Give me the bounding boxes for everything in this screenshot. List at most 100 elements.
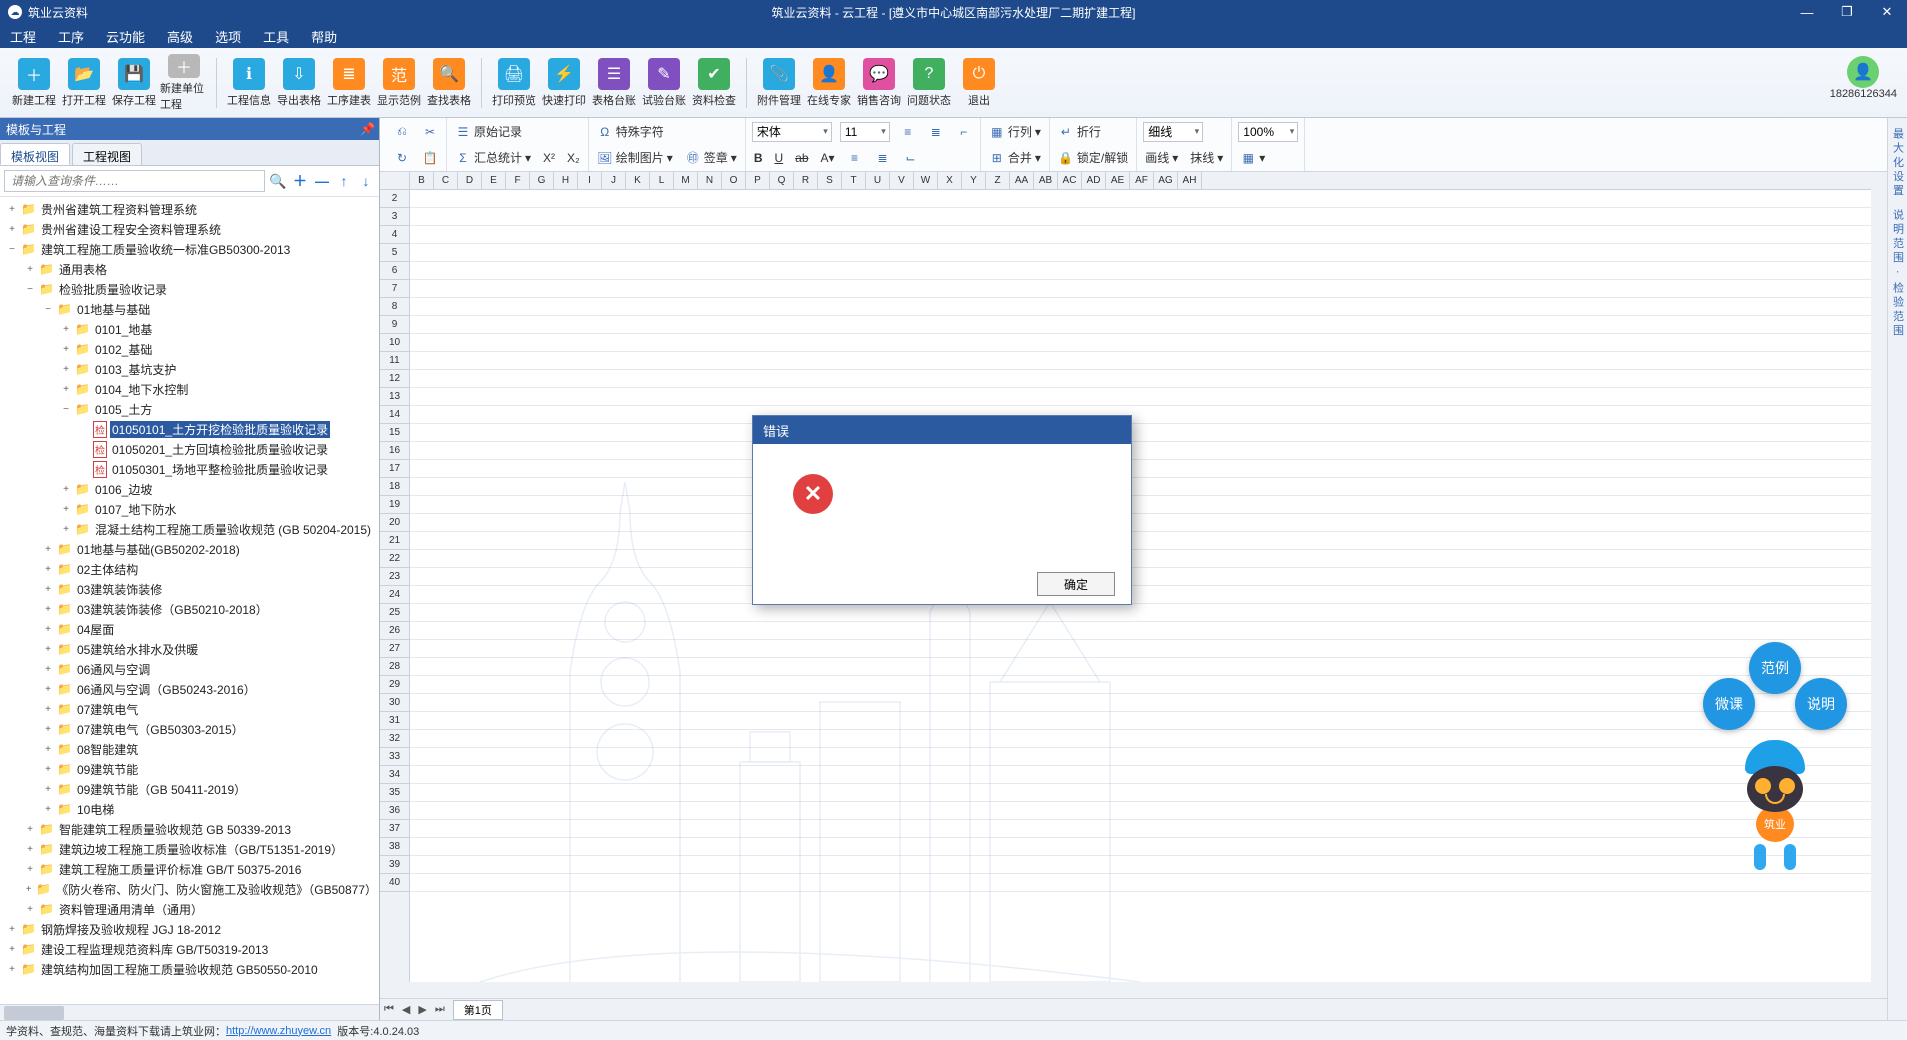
ok-button[interactable]: 确定 [1037, 572, 1115, 596]
row-header[interactable]: 21 [380, 532, 409, 550]
toolbar-打印预览[interactable]: 🖨打印预览 [490, 54, 538, 112]
undo-icon[interactable]: ⎌ [392, 123, 412, 141]
tree-node[interactable]: +📁04屋面 [0, 619, 379, 639]
underline-icon[interactable]: U [772, 150, 785, 166]
col-header[interactable]: T [842, 172, 866, 189]
tree-toggle-icon[interactable]: + [6, 224, 18, 235]
tree-toggle-icon[interactable]: + [42, 624, 54, 635]
tree-toggle-icon[interactable]: + [24, 884, 33, 895]
col-header[interactable]: B [410, 172, 434, 189]
tree-node[interactable]: 检01050101_土方开挖检验批质量验收记录 [0, 419, 379, 439]
toolbar-试验台账[interactable]: ✎试验台账 [640, 54, 688, 112]
row-header[interactable]: 31 [380, 712, 409, 730]
stamp-button[interactable]: ㊞签章▾ [683, 148, 739, 167]
tree-node[interactable]: +📁《防火卷帘、防火门、防火窗施工及验收规范》（GB50877） [0, 879, 379, 899]
tree-horizontal-scrollbar[interactable] [0, 1004, 379, 1020]
row-header[interactable]: 9 [380, 316, 409, 334]
horizontal-scrollbar[interactable] [380, 982, 1887, 998]
row-header[interactable]: 26 [380, 622, 409, 640]
tree-toggle-icon[interactable]: + [42, 644, 54, 655]
col-header[interactable]: H [554, 172, 578, 189]
row-header[interactable]: 36 [380, 802, 409, 820]
row-header[interactable]: 11 [380, 352, 409, 370]
tree-toggle-icon[interactable]: + [42, 704, 54, 715]
tree-toggle-icon[interactable]: + [60, 324, 72, 335]
draw-image-button[interactable]: 🖼绘制图片▾ [595, 148, 675, 167]
tree-toggle-icon[interactable]: + [24, 824, 36, 835]
lp-tab-工程视图[interactable]: 工程视图 [72, 143, 142, 165]
tree-node[interactable]: +📁09建筑节能（GB 50411-2019） [0, 779, 379, 799]
tree-node[interactable]: +📁贵州省建筑工程资料管理系统 [0, 199, 379, 219]
tree-node[interactable]: −📁01地基与基础 [0, 299, 379, 319]
micro-course-bubble[interactable]: 微课 [1703, 678, 1755, 730]
col-header[interactable]: AD [1082, 172, 1106, 189]
tree-toggle-icon[interactable]: − [60, 404, 72, 415]
tree-node[interactable]: −📁建筑工程施工质量验收统一标准GB50300-2013 [0, 239, 379, 259]
align-bottom-icon[interactable]: ⌙ [901, 149, 921, 167]
prev-icon[interactable]: ↑ [335, 173, 353, 189]
sheet-nav-prev-icon[interactable]: ◀ [398, 1003, 414, 1016]
row-header[interactable]: 14 [380, 406, 409, 424]
menu-6[interactable]: 帮助 [311, 27, 337, 46]
row-header[interactable]: 15 [380, 424, 409, 442]
tree-node[interactable]: +📁通用表格 [0, 259, 379, 279]
tree-node[interactable]: +📁0103_基坑支护 [0, 359, 379, 379]
tree-toggle-icon[interactable]: + [24, 264, 36, 275]
right-rail[interactable]: 最 大 化 设 置说 明 范 围·检 验 范 围 [1887, 118, 1907, 1020]
font-color-icon[interactable]: A▾ [819, 150, 837, 166]
paste-icon[interactable]: 📋 [420, 149, 440, 167]
tree-toggle-icon[interactable]: + [24, 844, 36, 855]
tree-node[interactable]: +📁03建筑装饰装修（GB50210-2018） [0, 599, 379, 619]
col-header[interactable]: N [698, 172, 722, 189]
col-header[interactable]: S [818, 172, 842, 189]
border-icon[interactable]: ▦▾ [1238, 149, 1267, 167]
col-header[interactable]: E [482, 172, 506, 189]
tree-node[interactable]: +📁07建筑电气（GB50303-2015） [0, 719, 379, 739]
line-weight-select[interactable]: 细线 [1143, 122, 1203, 142]
row-header[interactable]: 25 [380, 604, 409, 622]
toolbar-工序建表[interactable]: ≣工序建表 [325, 54, 373, 112]
raw-record-button[interactable]: ☰原始记录 [453, 122, 524, 141]
row-header[interactable]: 19 [380, 496, 409, 514]
lock-button[interactable]: 🔒锁定/解锁 [1056, 148, 1130, 167]
sheet-nav-next-icon[interactable]: ▶ [414, 1003, 430, 1016]
toolbar-在线专家[interactable]: 👤在线专家 [805, 54, 853, 112]
col-header[interactable]: AC [1058, 172, 1082, 189]
menu-0[interactable]: 工程 [10, 27, 36, 46]
tree-toggle-icon[interactable]: + [60, 364, 72, 375]
row-header[interactable]: 3 [380, 208, 409, 226]
tree-toggle-icon[interactable]: + [42, 804, 54, 815]
search-icon[interactable]: 🔍 [269, 173, 287, 190]
align-right-icon[interactable]: ≡ [845, 149, 865, 167]
template-tree[interactable]: +📁贵州省建筑工程资料管理系统+📁贵州省建设工程安全资料管理系统−📁建筑工程施工… [0, 197, 379, 1004]
row-header[interactable]: 27 [380, 640, 409, 658]
col-header[interactable]: L [650, 172, 674, 189]
tree-node[interactable]: +📁智能建筑工程质量验收规范 GB 50339-2013 [0, 819, 379, 839]
tree-node[interactable]: −📁0105_土方 [0, 399, 379, 419]
right-rail-item[interactable]: 说 明 范 围 [1890, 205, 1906, 266]
toolbar-销售咨询[interactable]: 💬销售咨询 [855, 54, 903, 112]
tree-toggle-icon[interactable]: + [42, 684, 54, 695]
tree-node[interactable]: +📁0102_基础 [0, 339, 379, 359]
row-header[interactable]: 32 [380, 730, 409, 748]
row-header[interactable]: 6 [380, 262, 409, 280]
cut-icon[interactable]: ✂ [420, 123, 440, 141]
tree-toggle-icon[interactable]: − [6, 244, 18, 255]
col-header[interactable]: AF [1130, 172, 1154, 189]
sheet-corner[interactable] [380, 172, 410, 190]
tree-node[interactable]: +📁10电梯 [0, 799, 379, 819]
col-header[interactable]: AB [1034, 172, 1058, 189]
right-rail-item[interactable]: 检 验 范 围 [1890, 278, 1906, 339]
expand-all-icon[interactable]: ＋ [291, 171, 309, 191]
tree-node[interactable]: +📁09建筑节能 [0, 759, 379, 779]
tree-toggle-icon[interactable]: − [24, 284, 36, 295]
tree-node[interactable]: +📁07建筑电气 [0, 699, 379, 719]
menu-2[interactable]: 云功能 [106, 27, 145, 46]
zoom-select[interactable]: 100% [1238, 122, 1298, 142]
col-header[interactable]: W [914, 172, 938, 189]
col-header[interactable]: Z [986, 172, 1010, 189]
tree-node[interactable]: +📁混凝土结构工程施工质量验收规范 (GB 50204-2015) [0, 519, 379, 539]
sheet-nav-last-icon[interactable]: ⏭ [431, 1003, 449, 1016]
tree-toggle-icon[interactable]: + [42, 564, 54, 575]
col-header[interactable]: AH [1178, 172, 1202, 189]
